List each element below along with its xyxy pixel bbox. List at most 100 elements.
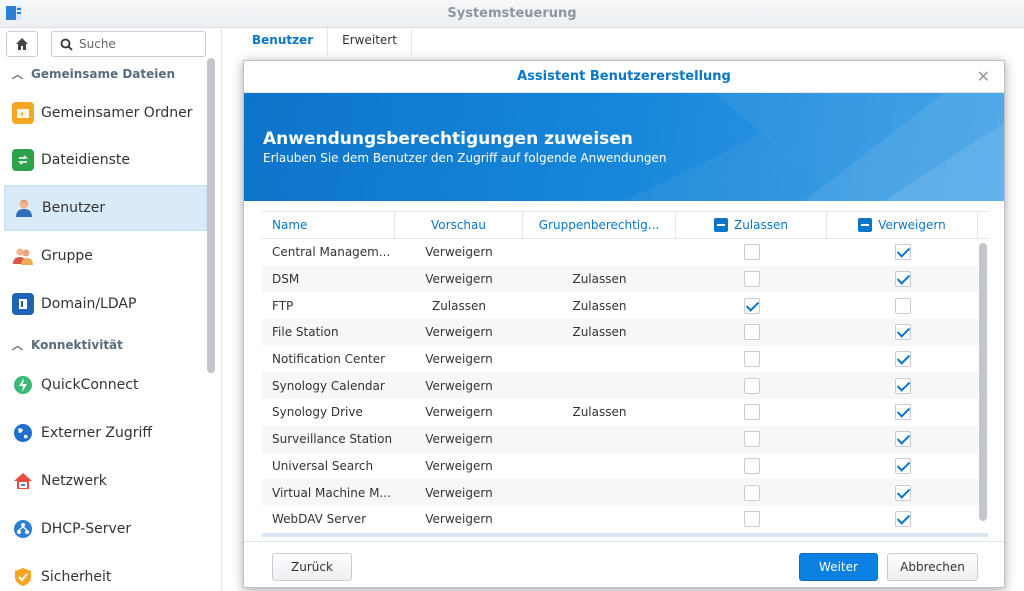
deny-checkbox[interactable] [894, 324, 911, 341]
external-access-icon [12, 422, 34, 444]
allow-checkbox[interactable] [743, 271, 760, 288]
search-placeholder: Suche [79, 37, 116, 51]
allow-checkbox[interactable] [743, 431, 760, 448]
cancel-button[interactable]: Abbrechen [887, 553, 978, 581]
group-icon [12, 245, 34, 267]
allow-cell [676, 266, 827, 293]
column-header-preview[interactable]: Vorschau [395, 212, 523, 238]
table-scrollbar[interactable] [979, 243, 987, 521]
sidebar-item-network[interactable]: Netzwerk [4, 458, 207, 504]
group-permission-cell [523, 426, 676, 453]
group-permission-cell [523, 506, 676, 533]
search-input[interactable]: Suche [51, 31, 206, 57]
deny-cell [827, 266, 978, 293]
tab-erweitert[interactable]: Erweitert [328, 28, 412, 56]
sidebar-item-security[interactable]: Sicherheit [4, 554, 207, 591]
deny-cell [827, 319, 978, 346]
group-permission-cell [523, 239, 676, 266]
deny-checkbox[interactable] [894, 377, 911, 394]
shield-icon [12, 566, 34, 588]
deny-cell [827, 372, 978, 399]
allow-checkbox[interactable] [743, 351, 760, 368]
user-creation-wizard-dialog: Assistent Benutzererstellung ✕ Anwendung… [243, 60, 1005, 588]
tab-bar: Benutzer Erweitert [238, 28, 412, 56]
sidebar-item-label: Gemeinsamer Ordner [41, 105, 193, 121]
shared-folder-icon [12, 102, 34, 124]
table-row[interactable]: Notification Center Verweigern [262, 346, 978, 373]
table-row[interactable]: DSM Verweigern Zulassen [262, 265, 978, 293]
allow-cell [676, 399, 827, 426]
column-header-name[interactable]: Name [262, 212, 395, 238]
allow-checkbox[interactable] [743, 244, 760, 261]
sidebar-item-file-services[interactable]: Dateidienste [4, 137, 207, 183]
column-header-allow[interactable]: Zulassen [676, 212, 827, 238]
deny-cell [827, 346, 978, 373]
table-row[interactable]: File Station Verweigern Zulassen [262, 319, 978, 346]
dialog-banner: Anwendungsberechtigungen zuweisen Erlaub… [244, 93, 1004, 201]
dialog-footer: Zurück Weiter Abbrechen [244, 541, 1004, 587]
deny-checkbox[interactable] [894, 484, 911, 501]
app-name-cell: Universal Search [272, 458, 374, 473]
allow-all-checkbox[interactable] [713, 218, 728, 232]
table-row[interactable]: Synology Calendar Verweigern [262, 372, 978, 400]
home-button[interactable] [6, 31, 38, 57]
allow-checkbox[interactable] [743, 297, 760, 314]
preview-cell: Verweigern [425, 405, 493, 420]
deny-checkbox[interactable] [894, 297, 911, 314]
app-name-cell: File Station [272, 325, 339, 340]
section-shared-files[interactable]: ︿ Gemeinsame Dateien [0, 60, 206, 88]
table-row[interactable]: Virtual Machine M... Verweigern [262, 479, 978, 506]
deny-checkbox[interactable] [894, 351, 911, 368]
sidebar-item-dhcp-server[interactable]: DHCP-Server [4, 506, 207, 552]
sidebar-item-shared-folder[interactable]: Gemeinsamer Ordner [4, 90, 207, 136]
allow-checkbox[interactable] [743, 511, 760, 528]
quickconnect-icon [12, 374, 34, 396]
section-label: Gemeinsame Dateien [31, 67, 176, 81]
allow-checkbox[interactable] [743, 404, 760, 421]
allow-checkbox[interactable] [743, 324, 760, 341]
chevron-up-icon: ︿ [12, 339, 23, 352]
sidebar-item-external-access[interactable]: Externer Zugriff [4, 410, 207, 456]
column-header-deny[interactable]: Verweigern [827, 212, 978, 238]
deny-checkbox[interactable] [894, 271, 911, 288]
deny-checkbox[interactable] [894, 457, 911, 474]
table-row[interactable]: Universal Search Verweigern [262, 453, 978, 480]
close-icon[interactable]: ✕ [977, 67, 990, 86]
sidebar-item-label: Benutzer [42, 200, 106, 216]
deny-cell [827, 292, 978, 319]
allow-checkbox[interactable] [743, 457, 760, 474]
deny-checkbox[interactable] [894, 404, 911, 421]
app-name-cell: FTP [272, 298, 294, 313]
table-row[interactable]: Surveillance Station Verweigern [262, 425, 978, 453]
sidebar-item-domain-ldap[interactable]: Domain/LDAP [4, 281, 207, 327]
allow-cell [676, 506, 827, 533]
allow-cell [676, 239, 827, 266]
deny-cell [827, 399, 978, 426]
deny-checkbox[interactable] [894, 511, 911, 528]
group-permission-cell: Zulassen [572, 272, 627, 287]
table-row[interactable]: Synology Drive Verweigern Zulassen [262, 399, 978, 426]
sidebar-item-user[interactable]: Benutzer [4, 185, 207, 231]
section-connectivity[interactable]: ︿ Konnektivität [0, 331, 206, 359]
deny-checkbox[interactable] [894, 244, 911, 261]
back-button[interactable]: Zurück [272, 553, 352, 581]
allow-checkbox[interactable] [743, 377, 760, 394]
deny-checkbox[interactable] [894, 431, 911, 448]
allow-cell [676, 292, 827, 319]
deny-all-checkbox[interactable] [858, 218, 873, 232]
sidebar-item-quickconnect[interactable]: QuickConnect [4, 362, 207, 408]
table-row[interactable]: Central Managem... Verweigern [262, 239, 978, 266]
group-permission-cell [523, 453, 676, 480]
preview-cell: Verweigern [425, 325, 493, 340]
sidebar-item-label: Gruppe [41, 248, 93, 264]
next-button[interactable]: Weiter [799, 553, 878, 581]
column-header-group-permission[interactable]: Gruppenberechtig... [523, 212, 676, 238]
sidebar-item-group[interactable]: Gruppe [4, 233, 207, 279]
table-row[interactable]: WebDAV Server Verweigern [262, 506, 978, 533]
tab-benutzer[interactable]: Benutzer [238, 28, 329, 56]
table-row[interactable]: FTP Zulassen Zulassen [262, 292, 978, 319]
preview-cell: Verweigern [425, 485, 493, 500]
deny-cell [827, 426, 978, 453]
allow-checkbox[interactable] [743, 484, 760, 501]
sidebar-scrollbar[interactable] [207, 58, 215, 373]
